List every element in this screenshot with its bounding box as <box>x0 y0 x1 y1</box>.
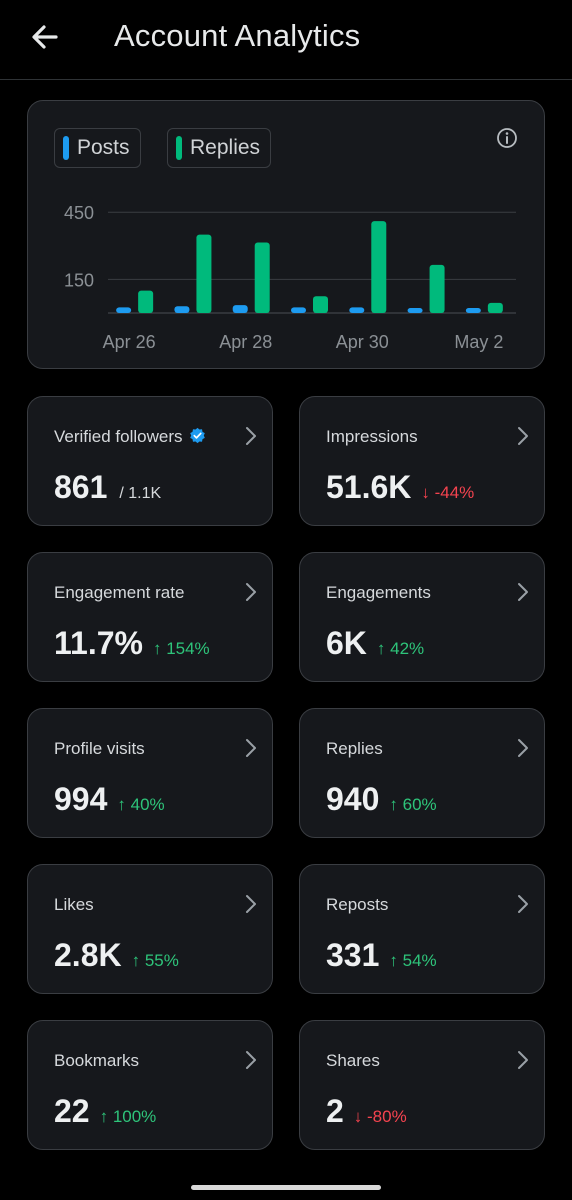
stat-label: Engagements <box>326 583 431 602</box>
bar-posts <box>232 305 248 313</box>
chevron-right-icon <box>246 583 256 601</box>
bar-posts <box>465 308 481 313</box>
chevron-right-icon <box>246 1051 256 1069</box>
stat-value: 940 ↑ 60% <box>326 781 437 817</box>
activity-chart-card: Posts Replies 450 150 Apr 26 Apr 28 Apr 30 Ma… <box>27 100 545 369</box>
home-indicator[interactable] <box>191 1185 381 1190</box>
x-tick-label: Apr 26 <box>103 332 156 352</box>
stat-card-verified-followers[interactable]: Verified followers 861/ 1.1K <box>27 396 273 526</box>
stat-card-reposts[interactable]: Reposts 331 ↑ 54% <box>299 864 545 994</box>
stat-value: 51.6K ↓ -44% <box>326 469 475 505</box>
stat-value: 11.7% ↑ 154% <box>54 625 210 661</box>
bar-posts <box>174 306 190 313</box>
chevron-right-icon <box>518 427 528 445</box>
chevron-right-icon <box>518 583 528 601</box>
back-arrow-icon[interactable] <box>28 20 62 54</box>
stat-label: Verified followers <box>54 427 206 447</box>
bar-posts <box>291 307 306 313</box>
stat-value: 994 ↑ 40% <box>54 781 165 817</box>
bar-chart: 450 150 Apr 26 Apr 28 Apr 30 May 2 <box>64 203 516 352</box>
stat-value: 2.8K ↑ 55% <box>54 937 179 973</box>
stat-card-engagement-rate[interactable]: Engagement rate 11.7% ↑ 154% <box>27 552 273 682</box>
chevron-right-icon <box>518 739 528 757</box>
page-title: Account Analytics <box>114 18 361 53</box>
bar-posts <box>349 307 365 313</box>
stat-label: Reposts <box>326 895 389 914</box>
y-tick-label: 450 <box>64 203 94 223</box>
stat-change: ↑ 55% <box>131 951 179 970</box>
y-tick-label: 150 <box>64 270 94 290</box>
bar-posts <box>407 308 423 313</box>
stat-label: Profile visits <box>54 739 145 758</box>
top-bar: Account Analytics <box>0 0 572 80</box>
bar-replies <box>371 221 387 313</box>
chevron-right-icon <box>518 1051 528 1069</box>
stat-value: 331 ↑ 54% <box>326 937 437 973</box>
bar-posts <box>116 307 132 313</box>
stat-total: / 1.1K <box>119 485 162 502</box>
stat-change: ↓ -44% <box>421 483 475 502</box>
stat-value: 861/ 1.1K <box>54 469 162 505</box>
bar-replies <box>487 302 503 313</box>
stat-label: Replies <box>326 739 383 758</box>
stat-card-shares[interactable]: Shares 2 ↓ -80% <box>299 1020 545 1150</box>
stat-change: ↑ 54% <box>389 951 437 970</box>
bar-replies <box>254 242 270 313</box>
chevron-right-icon <box>518 895 528 913</box>
stat-change: ↑ 42% <box>376 639 425 658</box>
stat-card-impressions[interactable]: Impressions 51.6K ↓ -44% <box>299 396 545 526</box>
stat-value: 6K ↑ 42% <box>326 625 425 661</box>
x-tick-label: May 2 <box>454 332 503 352</box>
verified-badge-icon <box>189 427 205 444</box>
stat-change: ↑ 40% <box>117 795 165 814</box>
stat-card-likes[interactable]: Likes 2.8K ↑ 55% <box>27 864 273 994</box>
stat-label: Bookmarks <box>54 1051 140 1070</box>
stat-label: Likes <box>54 895 94 914</box>
stat-card-replies[interactable]: Replies 940 ↑ 60% <box>299 708 545 838</box>
stat-card-bookmarks[interactable]: Bookmarks 22 ↑ 100% <box>27 1020 273 1150</box>
stat-change: ↑ 154% <box>152 639 210 658</box>
stat-label: Engagement rate <box>54 583 185 602</box>
bar-replies <box>196 234 212 313</box>
bar-replies <box>138 290 154 313</box>
stat-card-profile-visits[interactable]: Profile visits 994 ↑ 40% <box>27 708 273 838</box>
bar-replies <box>313 296 328 313</box>
stat-change: ↓ -80% <box>353 1107 407 1126</box>
stat-change: ↑ 60% <box>389 795 437 814</box>
chevron-right-icon <box>246 739 256 757</box>
chevron-right-icon <box>246 427 256 445</box>
x-tick-label: Apr 28 <box>219 332 272 352</box>
stat-card-engagements[interactable]: Engagements 6K ↑ 42% <box>299 552 545 682</box>
stat-change: ↑ 100% <box>99 1107 157 1126</box>
stat-value: 22 ↑ 100% <box>54 1093 157 1129</box>
stat-value: 2 ↓ -80% <box>326 1093 407 1129</box>
chevron-right-icon <box>246 895 256 913</box>
stat-label: Impressions <box>326 427 418 446</box>
stat-label: Shares <box>326 1051 380 1070</box>
x-tick-label: Apr 30 <box>336 332 389 352</box>
bar-replies <box>429 264 445 313</box>
